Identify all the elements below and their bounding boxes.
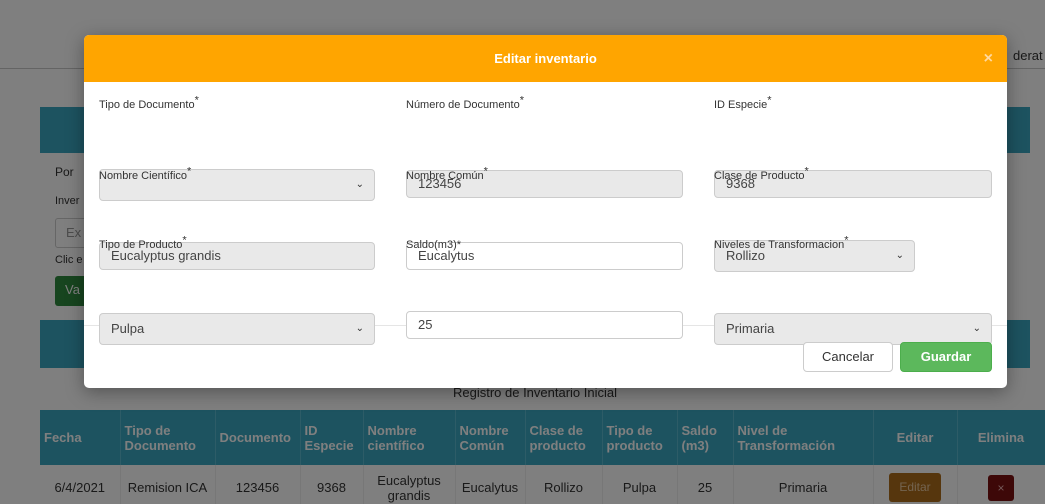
label-clase-producto: Clase de Producto* [714,165,809,182]
chevron-down-icon: ⌄ [355,179,364,190]
label-nombre-cientifico: Nombre Científico* [99,165,192,182]
field-tipo-documento: Tipo de Documento* [99,94,199,111]
label-numero-documento: Número de Documento* [406,94,525,111]
field-niveles-transformacion: Niveles de Transformacion* [714,234,849,251]
edit-inventory-modal: Editar inventario × Tipo de Documento* ⌄… [84,35,1007,388]
label-niveles-transformacion: Niveles de Transformacion* [714,234,849,251]
field-tipo-producto: Tipo de Producto* [99,234,187,251]
save-button[interactable]: Guardar [900,342,992,372]
cancel-button[interactable]: Cancelar [803,342,893,372]
label-id-especie: ID Especie* [714,94,772,111]
field-id-especie: ID Especie* [714,94,772,111]
label-tipo-producto: Tipo de Producto* [99,234,187,251]
chevron-down-icon: ⌄ [895,250,904,261]
close-icon[interactable]: × [984,35,993,82]
field-nombre-cientifico: Nombre Científico* [99,165,192,182]
label-tipo-documento: Tipo de Documento* [99,94,199,111]
label-saldo: Saldo(m3)* [406,239,462,251]
label-nombre-comun: Nombre Común* [406,165,488,182]
modal-title: Editar inventario [494,51,597,66]
field-numero-documento: Número de Documento* [406,94,525,111]
modal-body: Tipo de Documento* ⌄ Número de Documento… [84,82,1007,345]
field-saldo: Saldo(m3)* [406,239,461,251]
field-clase-producto: Clase de Producto* [714,165,809,182]
field-nombre-comun: Nombre Común* [406,165,488,182]
modal-header: Editar inventario × [84,35,1007,82]
